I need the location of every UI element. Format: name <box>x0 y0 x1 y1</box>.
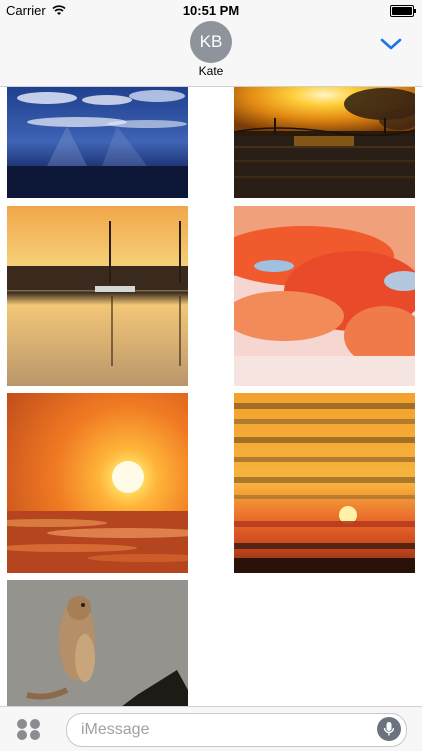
photo-striped-sunset[interactable] <box>234 393 415 573</box>
status-bar: Carrier 10:51 PM <box>0 0 422 22</box>
photo-golden-gate[interactable] <box>234 86 415 198</box>
photo-grid <box>0 86 422 708</box>
contact-name[interactable]: Kate <box>0 64 422 78</box>
battery-icon <box>390 5 416 17</box>
photo-blue-sky[interactable] <box>7 86 188 198</box>
imessage-input[interactable]: iMessage <box>66 713 407 747</box>
contact-avatar[interactable]: KB <box>190 21 232 63</box>
status-time: 10:51 PM <box>182 3 240 18</box>
photo-sun-above-clouds[interactable] <box>7 393 188 573</box>
photo-squirrel[interactable] <box>7 580 188 708</box>
photo-red-clouds[interactable] <box>234 206 415 386</box>
microphone-icon[interactable] <box>377 717 401 741</box>
message-input-bar: iMessage <box>0 706 422 751</box>
chevron-down-icon[interactable] <box>380 38 402 50</box>
app-drawer-icon[interactable] <box>16 718 42 740</box>
photo-harbor[interactable] <box>7 206 188 386</box>
imessage-placeholder: iMessage <box>81 721 150 738</box>
